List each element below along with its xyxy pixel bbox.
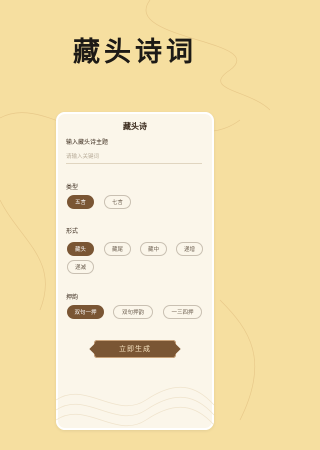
- rhyme-label: 押韵: [66, 294, 79, 301]
- generate-button[interactable]: 立即生成: [94, 340, 176, 358]
- form-option-middle[interactable]: 藏中: [140, 242, 167, 256]
- poem-form-card: 藏头诗 输入藏头诗主题 类型 五言 七言 形式 藏头 藏尾 藏中 递增 递减 押…: [56, 112, 214, 430]
- rhyme-option-1[interactable]: 双句一押: [67, 305, 104, 319]
- form-option-head[interactable]: 藏头: [67, 242, 94, 256]
- form-label: 形式: [66, 228, 79, 235]
- wave-decoration: [56, 387, 214, 426]
- form-option-decrease[interactable]: 递减: [67, 260, 94, 274]
- rhyme-option-3[interactable]: 一三四押: [163, 305, 202, 319]
- form-option-increase[interactable]: 递增: [176, 242, 203, 256]
- card-title: 藏头诗: [123, 122, 147, 131]
- keyword-input[interactable]: [66, 151, 202, 164]
- type-option-wuyan[interactable]: 五言: [67, 195, 94, 209]
- type-label: 类型: [66, 184, 79, 191]
- rhyme-option-2[interactable]: 双句押韵: [113, 305, 153, 319]
- app-title: 藏头诗词: [73, 37, 197, 68]
- type-option-qiyan[interactable]: 七言: [104, 195, 131, 209]
- form-option-tail[interactable]: 藏尾: [104, 242, 131, 256]
- theme-label: 输入藏头诗主题: [66, 139, 109, 146]
